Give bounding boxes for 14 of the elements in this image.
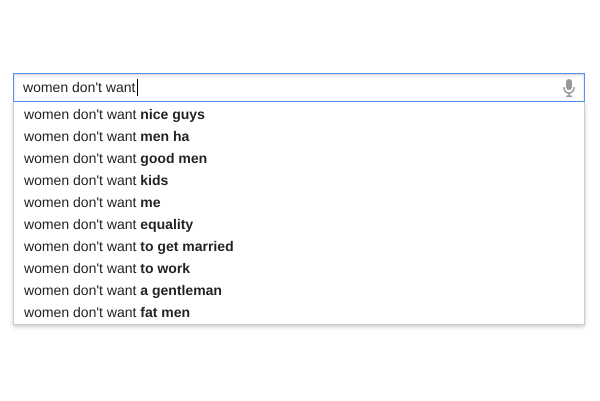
suggestion-item[interactable]: women don't want nice guys	[14, 103, 584, 125]
suggestion-item[interactable]: women don't want a gentleman	[14, 279, 584, 301]
suggestion-item[interactable]: women don't want men ha	[14, 125, 584, 147]
suggestion-item[interactable]: women don't want kids	[14, 169, 584, 191]
suggestion-item[interactable]: women don't want to work	[14, 257, 584, 279]
suggestion-item[interactable]: women don't want to get married	[14, 235, 584, 257]
microphone-icon[interactable]	[563, 78, 575, 96]
suggestion-item[interactable]: women don't want me	[14, 191, 584, 213]
suggestion-item[interactable]: women don't want fat men	[14, 301, 584, 323]
suggestion-item[interactable]: women don't want equality	[14, 213, 584, 235]
search-text: women don't want	[23, 78, 136, 97]
search-field[interactable]: women don't want	[13, 73, 585, 102]
text-cursor	[137, 79, 138, 96]
suggestion-item[interactable]: women don't want good men	[14, 147, 584, 169]
